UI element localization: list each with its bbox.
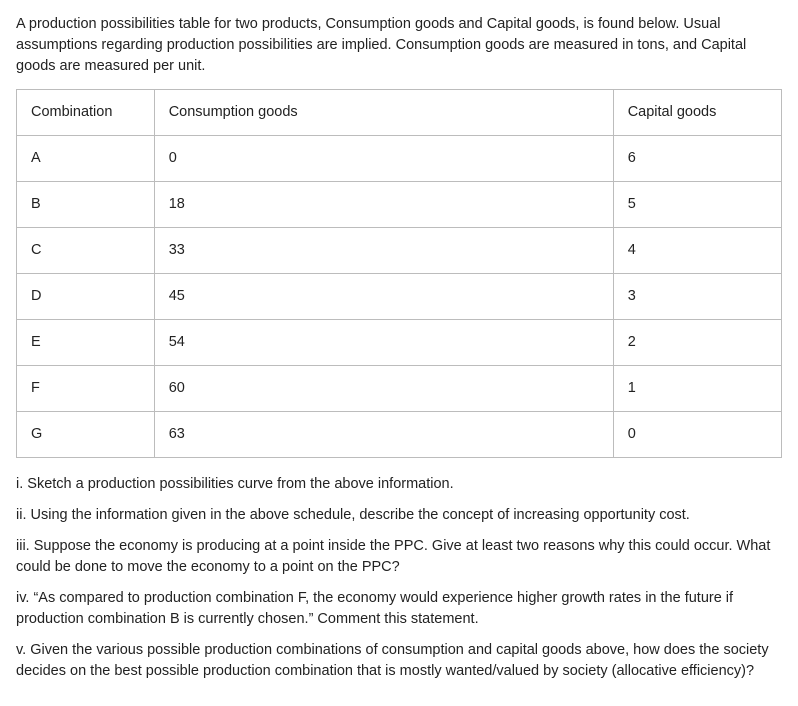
header-consumption: Consumption goods: [154, 90, 613, 136]
table-row: B 18 5: [17, 182, 782, 228]
cell-cap: 6: [613, 136, 781, 182]
table-row: D 45 3: [17, 274, 782, 320]
cell-combo: F: [17, 366, 155, 412]
table-row: A 0 6: [17, 136, 782, 182]
question-iv: iv. “As compared to production combinati…: [16, 588, 782, 630]
table-row: E 54 2: [17, 320, 782, 366]
cell-combo: C: [17, 228, 155, 274]
question-ii: ii. Using the information given in the a…: [16, 505, 782, 526]
cell-combo: D: [17, 274, 155, 320]
cell-cons: 33: [154, 228, 613, 274]
question-v: v. Given the various possible production…: [16, 640, 782, 682]
cell-cons: 18: [154, 182, 613, 228]
cell-cons: 63: [154, 412, 613, 458]
cell-cap: 2: [613, 320, 781, 366]
cell-cons: 0: [154, 136, 613, 182]
ppc-table: Combination Consumption goods Capital go…: [16, 89, 782, 458]
cell-cap: 5: [613, 182, 781, 228]
cell-cap: 3: [613, 274, 781, 320]
cell-cap: 0: [613, 412, 781, 458]
table-row: F 60 1: [17, 366, 782, 412]
intro-text: A production possibilities table for two…: [16, 14, 782, 77]
table-row: C 33 4: [17, 228, 782, 274]
cell-combo: B: [17, 182, 155, 228]
header-capital: Capital goods: [613, 90, 781, 136]
cell-combo: A: [17, 136, 155, 182]
cell-cap: 4: [613, 228, 781, 274]
header-combination: Combination: [17, 90, 155, 136]
cell-cap: 1: [613, 366, 781, 412]
cell-combo: E: [17, 320, 155, 366]
question-iii: iii. Suppose the economy is producing at…: [16, 536, 782, 578]
question-i: i. Sketch a production possibilities cur…: [16, 474, 782, 495]
cell-cons: 45: [154, 274, 613, 320]
cell-cons: 60: [154, 366, 613, 412]
cell-cons: 54: [154, 320, 613, 366]
cell-combo: G: [17, 412, 155, 458]
table-row: G 63 0: [17, 412, 782, 458]
